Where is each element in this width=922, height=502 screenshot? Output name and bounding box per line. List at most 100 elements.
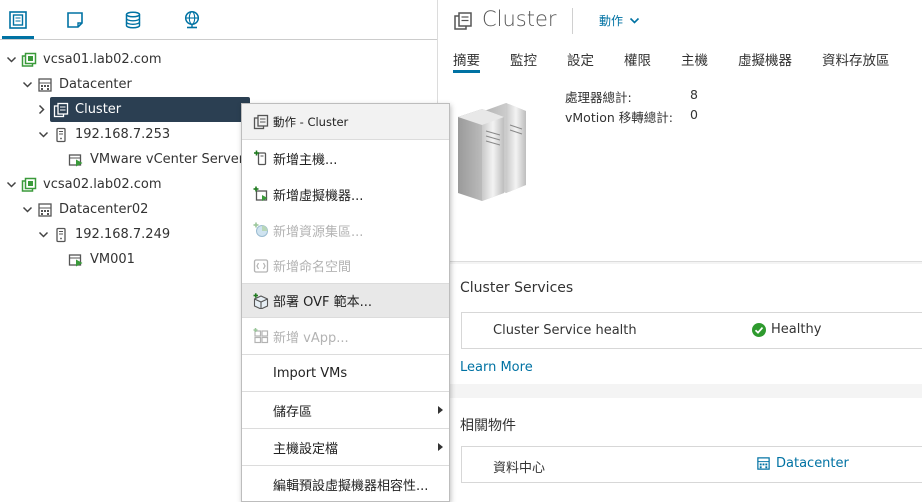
tab-summary[interactable]: 摘要	[453, 49, 480, 73]
tree-node-label: Datacenter	[59, 77, 132, 92]
tree-node-vm-vcenter[interactable]: VMware vCenter Server	[68, 147, 244, 172]
summary-panel: 處理器總計: 8 vMotion 移轉總計: 0	[438, 76, 922, 262]
menu-item-label: 儲存區	[273, 404, 313, 420]
tab-datastores[interactable]: 資料存放區	[822, 49, 890, 73]
cluster-services-card: Cluster Services Cluster Service health …	[438, 264, 922, 384]
cluster-icon	[253, 114, 269, 130]
menu-item-label: 新增虛擬機器...	[273, 188, 364, 204]
check-circle-icon	[752, 322, 766, 337]
tree-node-vcsa01[interactable]: vcsa01.lab02.com	[4, 47, 162, 72]
chevron-down-icon[interactable]	[4, 53, 18, 67]
chevron-down-icon[interactable]	[4, 178, 18, 192]
context-menu: 動作 - Cluster 新增主機... 新增虛擬機器... 新增資源集區...…	[241, 103, 450, 502]
network-icon	[182, 10, 202, 30]
tree-node-cluster[interactable]: Cluster	[38, 97, 250, 122]
datacenter-icon	[37, 202, 53, 218]
tab-permissions[interactable]: 權限	[624, 49, 651, 73]
tree-node-vm001[interactable]: VM001	[68, 247, 135, 272]
object-header: Cluster 動作 摘要 監控 設定 權限 主機 虛擬機器 資料存放區	[438, 0, 922, 76]
tree-node-label: Datacenter02	[59, 202, 149, 217]
resource-pool-icon	[253, 222, 269, 238]
learn-more-link[interactable]: Learn More	[460, 360, 533, 375]
object-detail-pane: Cluster 動作 摘要 監控 設定 權限 主機 虛擬機器 資料存放區 處理器…	[437, 0, 922, 502]
cluster-icon	[53, 102, 69, 118]
namespace-icon	[253, 258, 269, 274]
chevron-down-icon[interactable]	[20, 203, 34, 217]
datacenter-icon	[756, 456, 771, 471]
hosts-clusters-icon	[8, 10, 28, 30]
tab-monitor[interactable]: 監控	[510, 49, 537, 73]
chevron-down-icon[interactable]	[20, 78, 34, 92]
summary-value: 0	[690, 107, 698, 122]
storage-icon	[123, 10, 143, 30]
header-divider	[572, 8, 573, 34]
tree-node-datacenter02[interactable]: Datacenter02	[20, 197, 148, 222]
tab-vms[interactable]: 虛擬機器	[738, 49, 792, 73]
menu-item-label: 新增主機...	[273, 152, 338, 168]
menu-item-label: 部署 OVF 範本...	[273, 295, 373, 310]
menu-item-storage[interactable]: 儲存區	[242, 392, 449, 428]
menu-item-host-profiles[interactable]: 主機設定檔	[242, 429, 449, 465]
menu-item-label: 新增 vApp...	[273, 330, 349, 346]
related-label: 資料中心	[493, 461, 546, 476]
vm-icon	[68, 252, 84, 268]
datacenter-link[interactable]: Datacenter	[756, 456, 849, 471]
tree-node-datacenter[interactable]: Datacenter	[20, 72, 132, 97]
tab-configure[interactable]: 設定	[567, 49, 594, 73]
chevron-down-icon	[629, 15, 640, 26]
new-vm-icon	[253, 186, 269, 202]
menu-item-deploy-ovf[interactable]: 部署 OVF 範本...	[242, 284, 449, 317]
menu-item-label: 新增命名空間	[273, 260, 352, 275]
submenu-arrow-icon	[438, 406, 443, 414]
deploy-ovf-icon	[253, 292, 269, 309]
card-title: 相關物件	[460, 418, 516, 434]
menu-item-new-vm[interactable]: 新增虛擬機器...	[242, 176, 449, 212]
menu-item-new-resource-pool: 新增資源集區...	[242, 212, 449, 248]
datacenter-icon	[37, 77, 53, 93]
menu-item-label: Import VMs	[273, 365, 348, 381]
navigator-tabs	[0, 0, 437, 40]
summary-row-vmotion: vMotion 移轉總計: 0	[565, 107, 698, 126]
menu-item-edit-vm-compatibility[interactable]: 編輯預設虛擬機器相容性...	[242, 466, 449, 501]
chevron-down-icon[interactable]	[36, 128, 50, 142]
actions-button[interactable]: 動作	[599, 12, 640, 29]
context-menu-header: 動作 - Cluster	[242, 104, 449, 139]
page-title: Cluster	[482, 7, 557, 31]
menu-item-label: 編輯預設虛擬機器相容性...	[273, 478, 429, 494]
vcenter-icon	[21, 52, 37, 68]
tree-node-host-253[interactable]: 192.168.7.253	[36, 122, 170, 147]
vms-templates-icon	[65, 10, 85, 30]
tree-node-label: vcsa01.lab02.com	[43, 52, 162, 67]
tree-node-host-249[interactable]: 192.168.7.249	[36, 222, 170, 247]
nav-tab-vms-templates[interactable]	[59, 6, 91, 39]
object-tabs: 摘要 監控 設定 權限 主機 虛擬機器 資料存放區	[453, 49, 920, 75]
summary-value: 8	[690, 87, 698, 102]
menu-item-new-namespace: 新增命名空間	[242, 248, 449, 283]
menu-item-import-vms[interactable]: Import VMs	[242, 355, 449, 391]
vapp-icon	[253, 328, 269, 344]
related-row-datacenter: 資料中心 Datacenter	[461, 446, 922, 483]
nav-tab-storage[interactable]	[117, 6, 149, 39]
chevron-right-icon[interactable]	[34, 103, 48, 117]
tree-node-label: 192.168.7.249	[75, 227, 171, 242]
host-icon	[53, 127, 69, 143]
tree-node-vcsa02[interactable]: vcsa02.lab02.com	[4, 172, 162, 197]
vcenter-icon	[21, 177, 37, 193]
card-title: Cluster Services	[460, 280, 574, 296]
tab-hosts[interactable]: 主機	[681, 49, 708, 73]
menu-item-label: 主機設定檔	[273, 441, 339, 457]
tree-node-label: Cluster	[75, 102, 122, 117]
summary-row-cpu: 處理器總計: 8	[565, 87, 698, 106]
vm-icon	[68, 152, 84, 168]
host-icon	[53, 227, 69, 243]
service-health-row: Cluster Service health Healthy	[461, 312, 922, 349]
context-menu-title: 動作 - Cluster	[273, 114, 349, 129]
menu-item-add-host[interactable]: 新增主機...	[242, 140, 449, 176]
health-label: Cluster Service health	[493, 323, 637, 338]
summary-key: vMotion 移轉總計:	[565, 110, 673, 125]
chevron-down-icon[interactable]	[36, 228, 50, 242]
tree-node-label: VM001	[90, 252, 135, 267]
nav-tab-network[interactable]	[176, 6, 208, 39]
nav-tab-hosts-clusters[interactable]	[2, 6, 34, 39]
related-objects-card: 相關物件 資料中心 Datacenter	[438, 398, 922, 502]
